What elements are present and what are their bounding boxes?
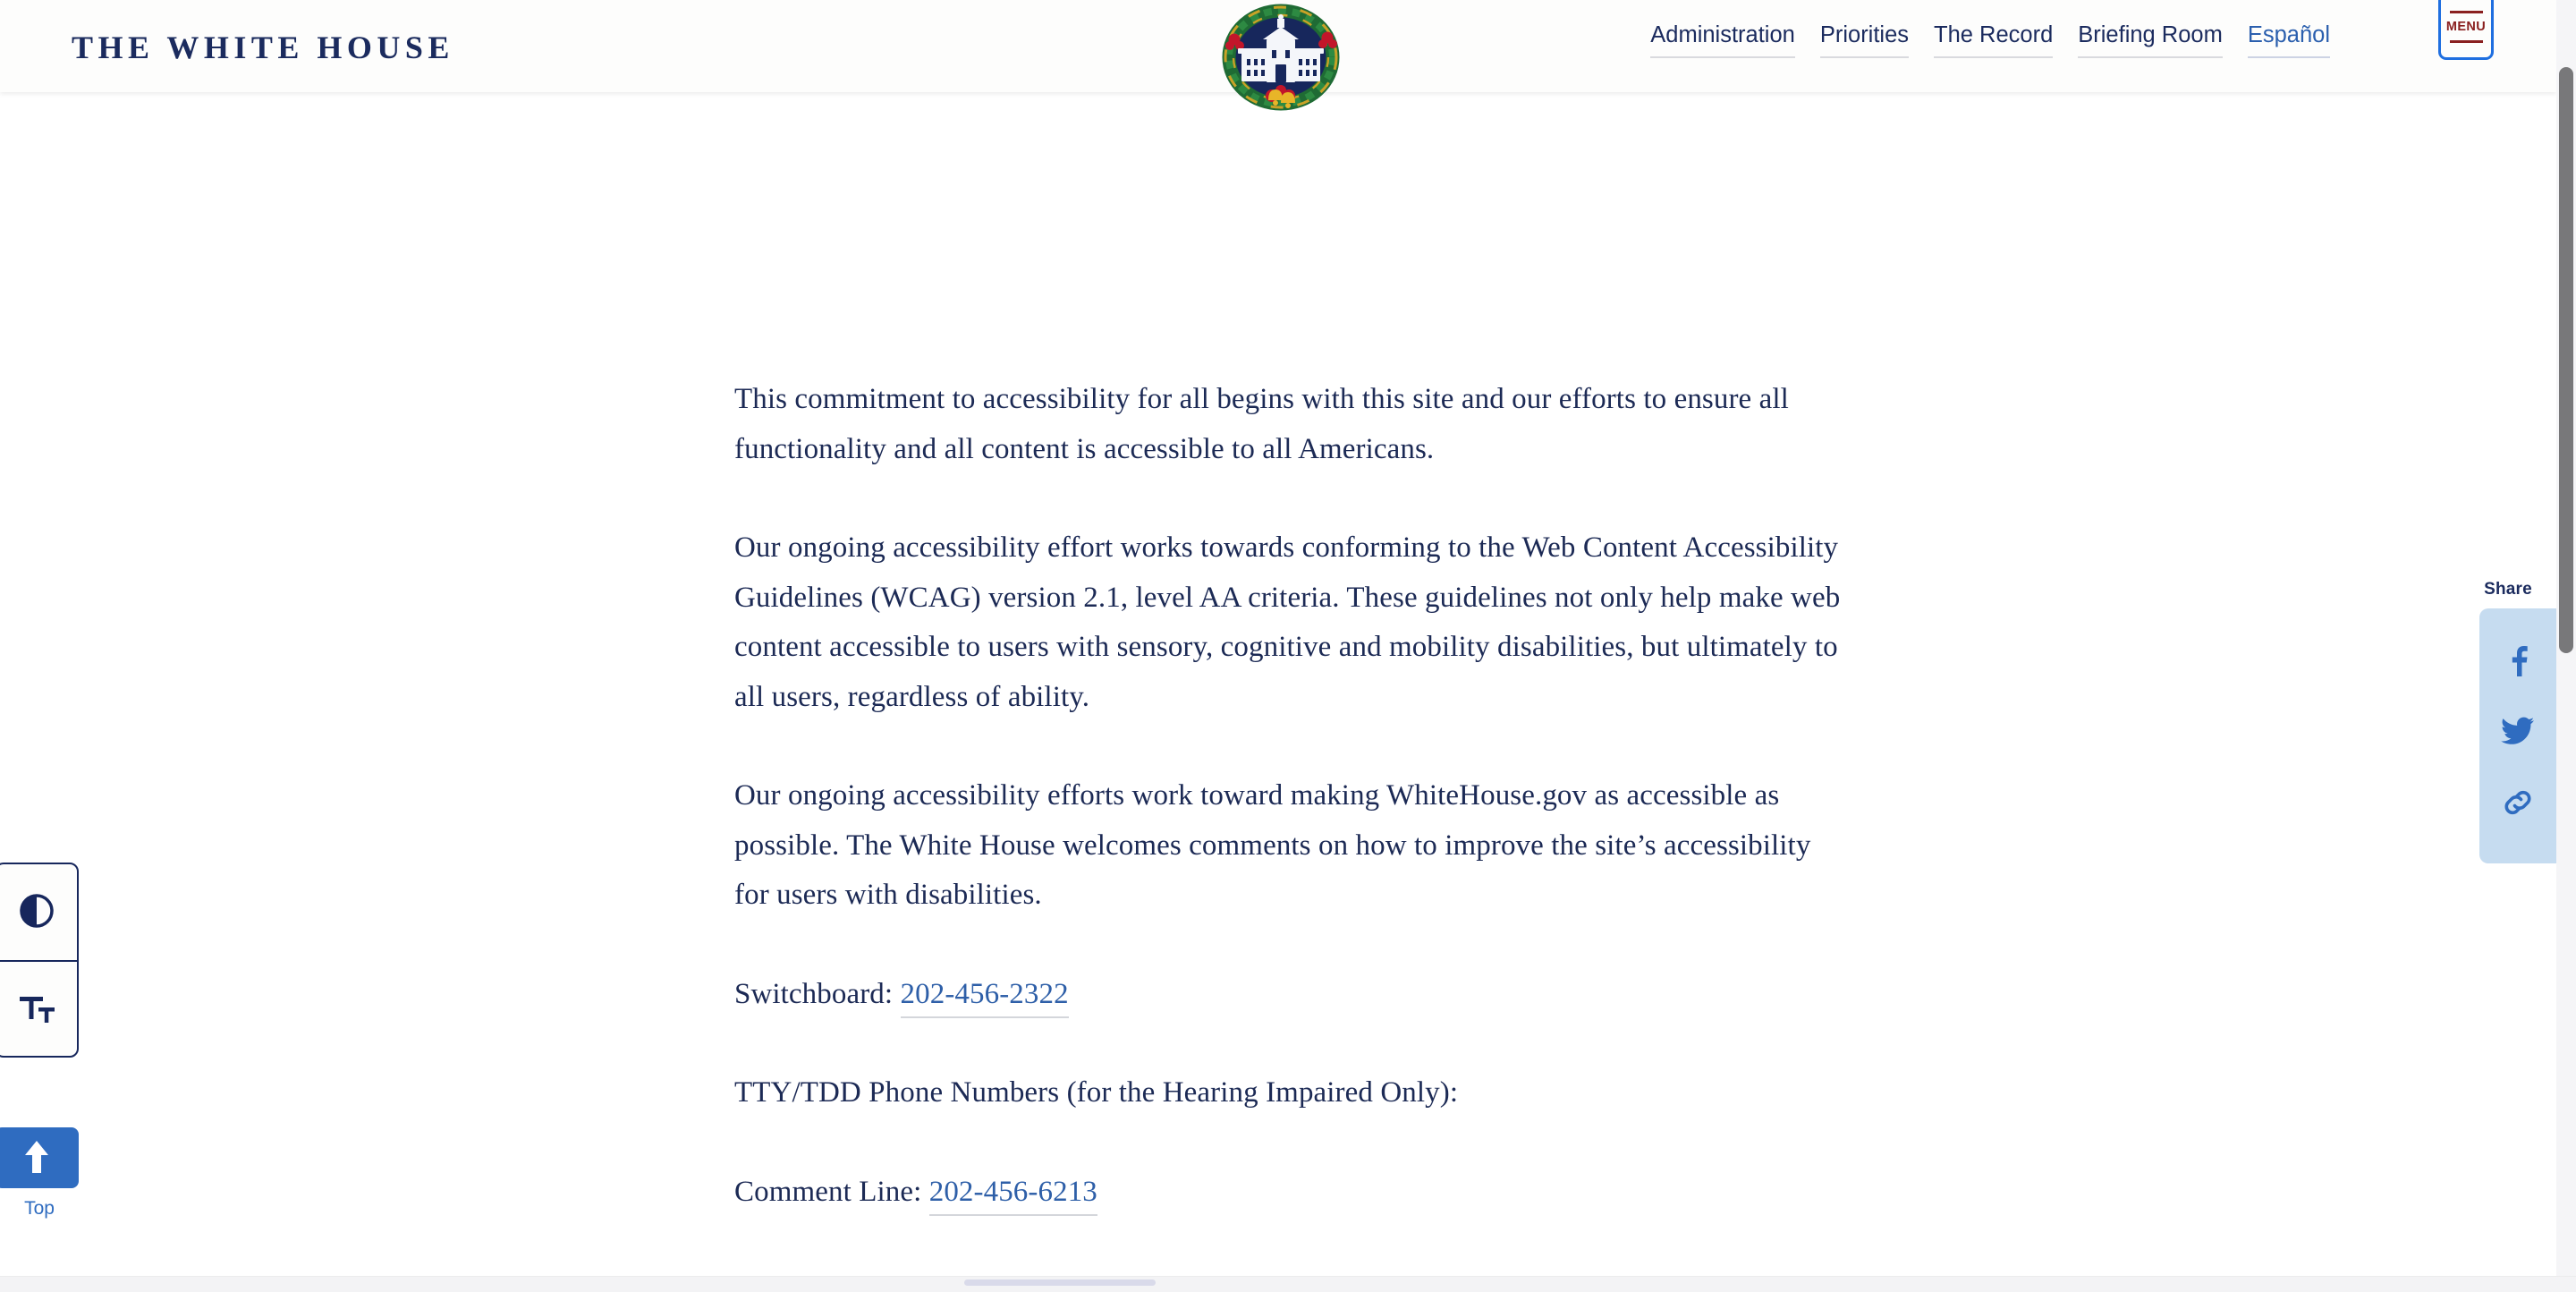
switchboard-label: Switchboard: xyxy=(734,977,901,1010)
share-rail: Share xyxy=(2463,580,2556,863)
back-to-top-button[interactable] xyxy=(0,1127,79,1188)
brand-wordmark[interactable]: THE WHITE HOUSE xyxy=(72,29,454,66)
text-size-icon xyxy=(15,988,58,1030)
nav-link-priorities[interactable]: Priorities xyxy=(1819,22,1910,58)
comment-line-label: Comment Line: xyxy=(734,1175,929,1208)
nav-link-espanol[interactable]: Español xyxy=(2247,22,2330,58)
vertical-scrollbar[interactable] xyxy=(2556,0,2576,1276)
page-content: Accessibility Statement This commitment … xyxy=(0,92,2556,1292)
share-link-button[interactable] xyxy=(2501,786,2535,822)
paragraph-efforts: Our ongoing accessibility efforts work t… xyxy=(734,779,1811,911)
back-to-top-label: Top xyxy=(24,1198,55,1219)
share-rail-label: Share xyxy=(2484,580,2532,599)
share-twitter-button[interactable] xyxy=(2501,717,2535,748)
text-size-button[interactable] xyxy=(0,960,77,1056)
nav-link-the-record[interactable]: The Record xyxy=(1934,22,2054,58)
white-house-holiday-seal-icon[interactable] xyxy=(1206,4,1356,118)
paragraph-intro: This commitment to accessibility for all… xyxy=(734,383,1789,465)
contrast-icon xyxy=(17,891,56,933)
switchboard-phone-link[interactable]: 202-456-2322 xyxy=(900,977,1069,1018)
contrast-toggle-button[interactable] xyxy=(0,864,77,960)
primary-nav: Administration Priorities The Record Bri… xyxy=(1650,22,2330,58)
horizontal-scrollbar[interactable] xyxy=(0,1276,2576,1292)
paragraph-wcag: Our ongoing accessibility effort works t… xyxy=(734,531,1841,713)
share-rail-panel xyxy=(2479,608,2556,863)
site-header: THE WHITE HOUSE Administration Prioritie… xyxy=(0,0,2556,111)
menu-button-label: MENU xyxy=(2445,19,2487,34)
nav-link-administration[interactable]: Administration xyxy=(1650,22,1795,58)
arrow-up-icon xyxy=(21,1138,52,1178)
back-to-top: Top xyxy=(0,1127,79,1220)
article-body: This commitment to accessibility for all… xyxy=(734,375,1847,1217)
nav-link-briefing-room[interactable]: Briefing Room xyxy=(2078,22,2223,58)
comment-line-phone-link[interactable]: 202-456-6213 xyxy=(928,1175,1097,1216)
switchboard-line: Switchboard: 202-456-2322 xyxy=(734,970,1847,1020)
horizontal-scrollbar-thumb[interactable] xyxy=(964,1279,1156,1286)
vertical-scrollbar-thumb[interactable] xyxy=(2559,67,2573,653)
menu-button[interactable]: MENU xyxy=(2438,0,2494,60)
facebook-icon xyxy=(2504,644,2531,679)
tty-heading: TTY/TDD Phone Numbers (for the Hearing I… xyxy=(734,1076,1459,1109)
hamburger-icon-bar-bottom xyxy=(2449,39,2483,43)
comment-line: Comment Line: 202-456-6213 xyxy=(734,1168,1847,1218)
hamburger-icon-bar-top xyxy=(2449,10,2483,13)
share-facebook-button[interactable] xyxy=(2504,644,2531,679)
accessibility-toolbar xyxy=(0,863,79,1058)
twitter-icon xyxy=(2501,717,2535,748)
link-icon xyxy=(2501,786,2535,822)
